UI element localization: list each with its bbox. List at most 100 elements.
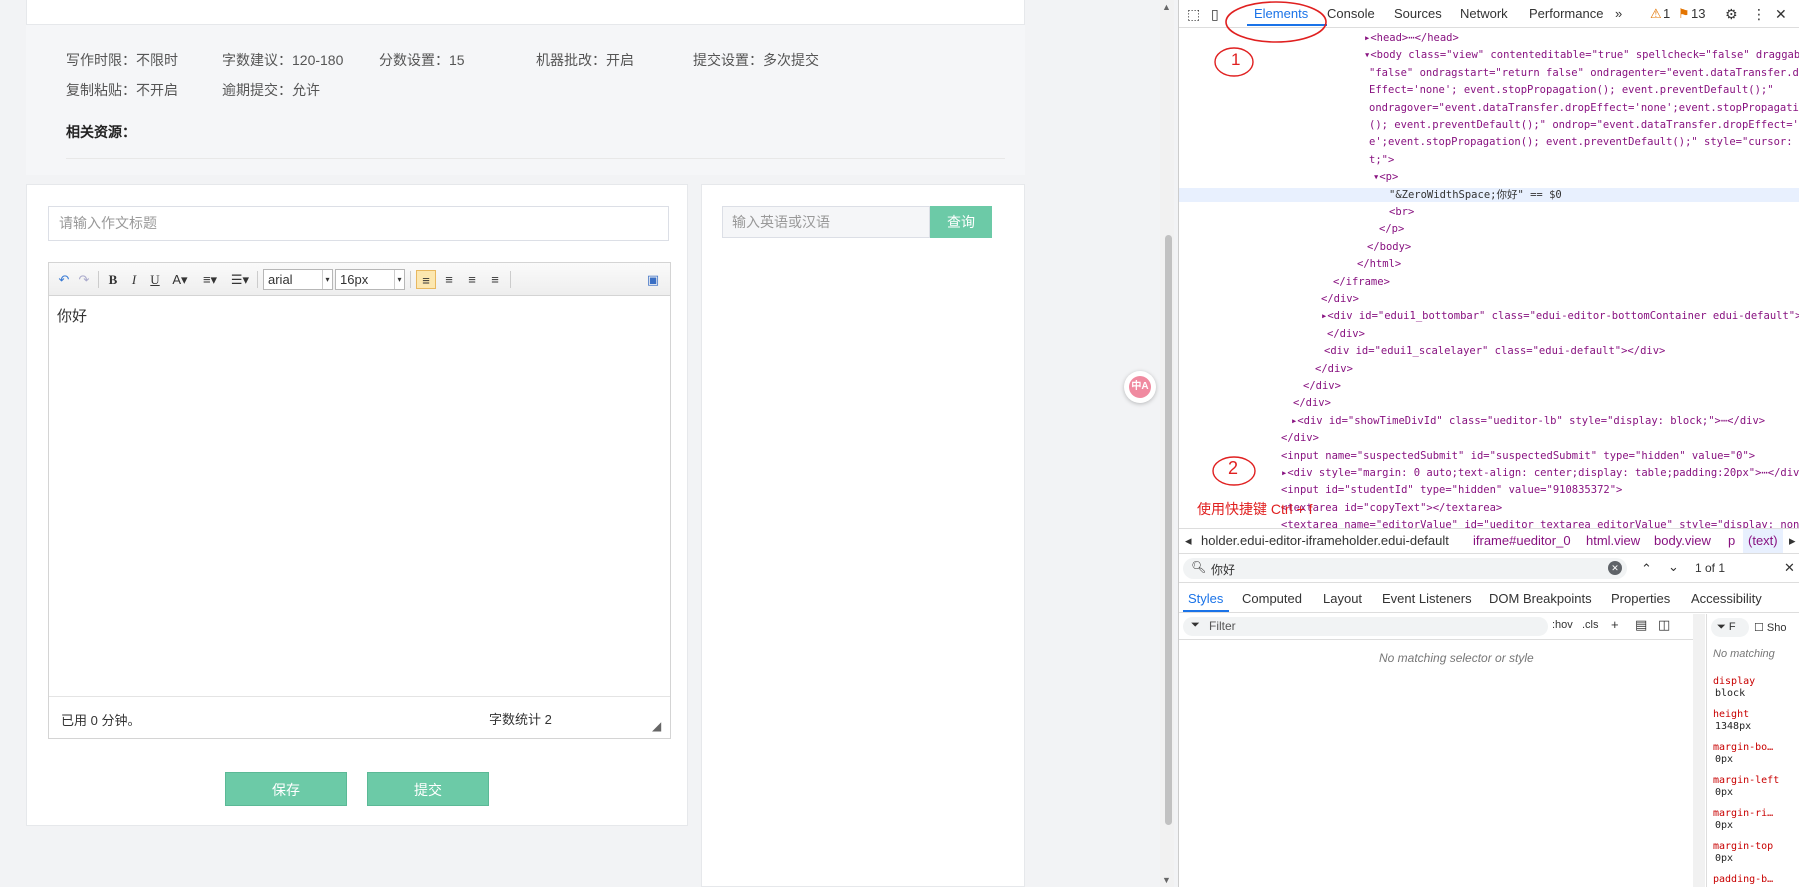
- align-left-icon[interactable]: ≡: [416, 270, 436, 289]
- dom-node-line[interactable]: <br>: [1389, 205, 1414, 219]
- tab-dom-breakpoints[interactable]: DOM Breakpoints: [1489, 591, 1592, 606]
- dom-node-line[interactable]: Effect='none'; event.stopPropagation(); …: [1369, 83, 1774, 97]
- dom-node-line[interactable]: </div>: [1281, 431, 1319, 445]
- breadcrumb-item[interactable]: p: [1728, 529, 1735, 553]
- font-color-icon[interactable]: A▾: [167, 270, 193, 289]
- dom-node-line[interactable]: </div>: [1315, 362, 1353, 376]
- tab-accessibility[interactable]: Accessibility: [1691, 591, 1762, 606]
- fullscreen-icon[interactable]: ▣: [643, 270, 663, 289]
- dictionary-input[interactable]: 输入英语或汉语: [722, 206, 930, 238]
- computed-property[interactable]: height: [1713, 709, 1749, 720]
- tab-layout[interactable]: Layout: [1323, 591, 1362, 606]
- clear-icon[interactable]: ✕: [1608, 561, 1622, 575]
- undo-icon[interactable]: ↶: [55, 270, 73, 289]
- align-justify-icon[interactable]: ≡: [485, 270, 505, 289]
- dom-node-line[interactable]: </div>: [1321, 292, 1359, 306]
- align-right-icon[interactable]: ≡: [462, 270, 482, 289]
- dom-node-line[interactable]: ▸<head>⋯</head>: [1364, 31, 1459, 45]
- dom-node-line[interactable]: </body>: [1367, 240, 1411, 254]
- breadcrumb-back-icon[interactable]: ◂: [1185, 529, 1192, 553]
- italic-icon[interactable]: I: [125, 270, 143, 289]
- tab-console[interactable]: Console: [1327, 6, 1375, 21]
- close-icon[interactable]: ✕: [1775, 6, 1787, 23]
- tab-performance[interactable]: Performance: [1529, 6, 1603, 21]
- dom-node-line[interactable]: </p>: [1379, 222, 1404, 236]
- find-next-icon[interactable]: ⌄: [1668, 559, 1679, 575]
- dictionary-search-button[interactable]: 查询: [930, 206, 992, 238]
- dom-node-line[interactable]: ▸<div id="showTimeDivId" class="ueditor-…: [1291, 414, 1765, 428]
- dom-node-line[interactable]: </div>: [1327, 327, 1365, 341]
- find-input[interactable]: 🔍︎ 你好 ✕: [1183, 558, 1627, 579]
- tab-network[interactable]: Network: [1460, 6, 1508, 21]
- title-input[interactable]: 请输入作文标题: [48, 206, 669, 241]
- paint-icon[interactable]: ▤: [1635, 617, 1647, 633]
- computed-property[interactable]: margin-left: [1713, 775, 1779, 786]
- dom-node-line[interactable]: <div id="edui1_scalelayer" class="edui-d…: [1324, 344, 1665, 358]
- dom-node-line[interactable]: "&ZeroWidthSpace;你好" == $0: [1179, 187, 1799, 202]
- align-center-icon[interactable]: ≡: [439, 270, 459, 289]
- computed-property[interactable]: margin-ri…: [1713, 808, 1773, 819]
- computed-property[interactable]: display: [1713, 676, 1755, 687]
- scroll-down-icon[interactable]: ▼: [1162, 875, 1171, 885]
- line-height-icon[interactable]: ☰▾: [227, 270, 253, 289]
- underline-icon[interactable]: U: [146, 270, 164, 289]
- computed-property[interactable]: margin-top: [1713, 841, 1773, 852]
- paragraph-spacing-icon[interactable]: ≡▾: [197, 270, 223, 289]
- dom-node-line[interactable]: <input name="suspectedSubmit" id="suspec…: [1281, 449, 1755, 463]
- dom-node-line[interactable]: <textarea id="copyText"></textarea>: [1281, 501, 1502, 515]
- styles-filter-input[interactable]: ⏷ Filter: [1183, 617, 1548, 636]
- dom-node-line[interactable]: </div>: [1293, 396, 1331, 410]
- dom-node-line[interactable]: ▸<div id="edui1_bottombar" class="edui-e…: [1321, 309, 1799, 323]
- more-options-icon[interactable]: ⋮: [1752, 6, 1766, 23]
- dom-node-line[interactable]: <textarea name="editorValue" id="ueditor…: [1281, 518, 1799, 528]
- dom-node-line[interactable]: ▸<div style="margin: 0 auto;text-align: …: [1281, 466, 1799, 480]
- cls-button[interactable]: .cls: [1582, 619, 1599, 631]
- breadcrumb-item[interactable]: iframe#ueditor_0: [1473, 529, 1571, 553]
- breadcrumb-item[interactable]: (text): [1743, 529, 1783, 553]
- breadcrumb-item[interactable]: body.view: [1654, 529, 1711, 553]
- find-prev-icon[interactable]: ⌃: [1641, 561, 1652, 577]
- dom-node-line[interactable]: ▾<body class="view" contenteditable="tru…: [1364, 48, 1799, 62]
- styles-scrollbar[interactable]: [1693, 614, 1705, 887]
- dom-node-line[interactable]: </div>: [1303, 379, 1341, 393]
- sidebar-toggle-icon[interactable]: ◫: [1658, 617, 1670, 633]
- inspect-element-icon[interactable]: ⬚: [1187, 6, 1200, 23]
- font-family-select[interactable]: arial ▾: [263, 269, 333, 290]
- dom-node-line[interactable]: <input id="studentId" type="hidden" valu…: [1281, 483, 1622, 497]
- dom-tree[interactable]: ▸<head>⋯</head> ▾<body class="view" conte…: [1179, 28, 1799, 528]
- tab-event-listeners[interactable]: Event Listeners: [1382, 591, 1472, 606]
- issues-icon[interactable]: ⚑: [1678, 6, 1690, 22]
- bold-icon[interactable]: B: [104, 270, 122, 289]
- breadcrumb-item[interactable]: holder.edui-editor-iframeholder.edui-def…: [1201, 529, 1449, 553]
- editor-content[interactable]: 你好: [49, 297, 670, 687]
- dom-node-line[interactable]: (); event.preventDefault();" ondrop="eve…: [1369, 118, 1799, 132]
- gear-icon[interactable]: ⚙: [1725, 6, 1738, 23]
- dom-node-line[interactable]: ▾<p>: [1373, 170, 1398, 184]
- dom-node-line[interactable]: "false" ondragstart="return false" ondra…: [1369, 66, 1799, 80]
- scroll-up-icon[interactable]: ▲: [1162, 2, 1171, 12]
- computed-property[interactable]: margin-bo…: [1713, 742, 1773, 753]
- new-rule-icon[interactable]: +: [1611, 617, 1619, 632]
- redo-icon[interactable]: ↷: [75, 270, 93, 289]
- tab-sources[interactable]: Sources: [1394, 6, 1442, 21]
- hov-button[interactable]: :hov: [1552, 619, 1573, 631]
- tab-styles[interactable]: Styles: [1188, 591, 1223, 606]
- dom-node-line[interactable]: </html>: [1357, 257, 1401, 271]
- translate-button[interactable]: 中A: [1124, 371, 1156, 403]
- device-toolbar-icon[interactable]: ▯: [1211, 6, 1219, 23]
- dom-node-line[interactable]: ondragover="event.dataTransfer.dropEffec…: [1369, 101, 1799, 115]
- warning-icon[interactable]: ⚠: [1650, 6, 1662, 22]
- save-button[interactable]: 保存: [225, 772, 347, 806]
- dom-node-line[interactable]: e';event.stopPropagation(); event.preven…: [1369, 135, 1799, 149]
- dom-node-line[interactable]: t;">: [1369, 153, 1394, 167]
- font-size-select[interactable]: 16px ▾: [335, 269, 405, 290]
- tab-computed[interactable]: Computed: [1242, 591, 1302, 606]
- breadcrumb-item[interactable]: html.view: [1586, 529, 1640, 553]
- tab-properties[interactable]: Properties: [1611, 591, 1670, 606]
- dom-node-line[interactable]: </iframe>: [1333, 275, 1390, 289]
- computed-filter-input[interactable]: ⏷ F: [1711, 618, 1749, 637]
- page-scrollbar-thumb[interactable]: [1165, 235, 1172, 825]
- breadcrumb-forward-icon[interactable]: ▸: [1789, 529, 1796, 553]
- submit-button[interactable]: 提交: [367, 772, 489, 806]
- computed-property[interactable]: padding-b…: [1713, 874, 1773, 885]
